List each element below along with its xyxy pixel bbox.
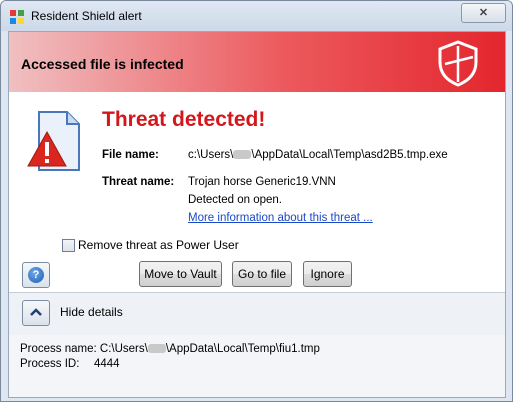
process-name-row: Process name: C:\Users\ \AppData\Local\Te… [20, 343, 320, 355]
warning-document-icon [27, 111, 80, 171]
details-toggle-bar: Hide details [9, 292, 505, 336]
file-path-suffix: \AppData\Local\Temp\asd2B5.tmp.exe [251, 149, 448, 161]
go-to-file-button[interactable]: Go to file [232, 261, 292, 287]
banner-heading: Accessed file is infected [21, 56, 184, 72]
file-name-label: File name: [102, 149, 159, 161]
file-name-value: c:\Users\ \AppData\Local\Temp\asd2B5.tmp.… [188, 149, 448, 161]
shield-icon [438, 40, 478, 87]
threat-name-label: Threat name: [102, 176, 175, 188]
collapse-details-button[interactable] [22, 300, 50, 326]
alert-content: Accessed file is infected Threat detecte… [8, 31, 506, 398]
detected-status: Detected on open. [188, 194, 282, 206]
remove-power-user-label[interactable]: Remove threat as Power User [78, 238, 239, 252]
process-path-prefix: C:\Users\ [99, 343, 148, 355]
file-path-prefix: c:\Users\ [188, 149, 234, 161]
title-bar[interactable]: Resident Shield alert ✕ [1, 1, 512, 31]
threat-detected-title: Threat detected! [102, 108, 266, 131]
close-button[interactable]: ✕ [461, 3, 506, 23]
alert-window: Resident Shield alert ✕ Accessed file is… [0, 0, 513, 402]
process-id-label: Process ID: [20, 358, 80, 370]
help-button[interactable]: ? [22, 262, 50, 288]
help-icon: ? [28, 267, 44, 283]
threat-name-value: Trojan horse Generic19.VNN [188, 176, 336, 188]
process-details: Process name: C:\Users\ \AppData\Local\Te… [9, 335, 505, 397]
more-info-link[interactable]: More information about this threat ... [188, 212, 373, 224]
redacted-username [147, 344, 166, 354]
alert-banner: Accessed file is infected [9, 32, 505, 92]
process-path-suffix: \AppData\Local\Temp\fiu1.tmp [165, 343, 320, 355]
move-to-vault-button[interactable]: Move to Vault [139, 261, 222, 287]
process-id-value: 4444 [94, 358, 120, 370]
process-name-label: Process name: [20, 343, 97, 355]
remove-power-user-checkbox[interactable] [62, 239, 75, 252]
hide-details-label[interactable]: Hide details [60, 305, 123, 319]
avg-logo-icon [10, 10, 24, 24]
close-icon: ✕ [478, 7, 489, 19]
ignore-button[interactable]: Ignore [303, 261, 352, 287]
chevron-up-icon [30, 308, 42, 316]
window-title: Resident Shield alert [31, 9, 142, 23]
redacted-username [233, 150, 252, 160]
